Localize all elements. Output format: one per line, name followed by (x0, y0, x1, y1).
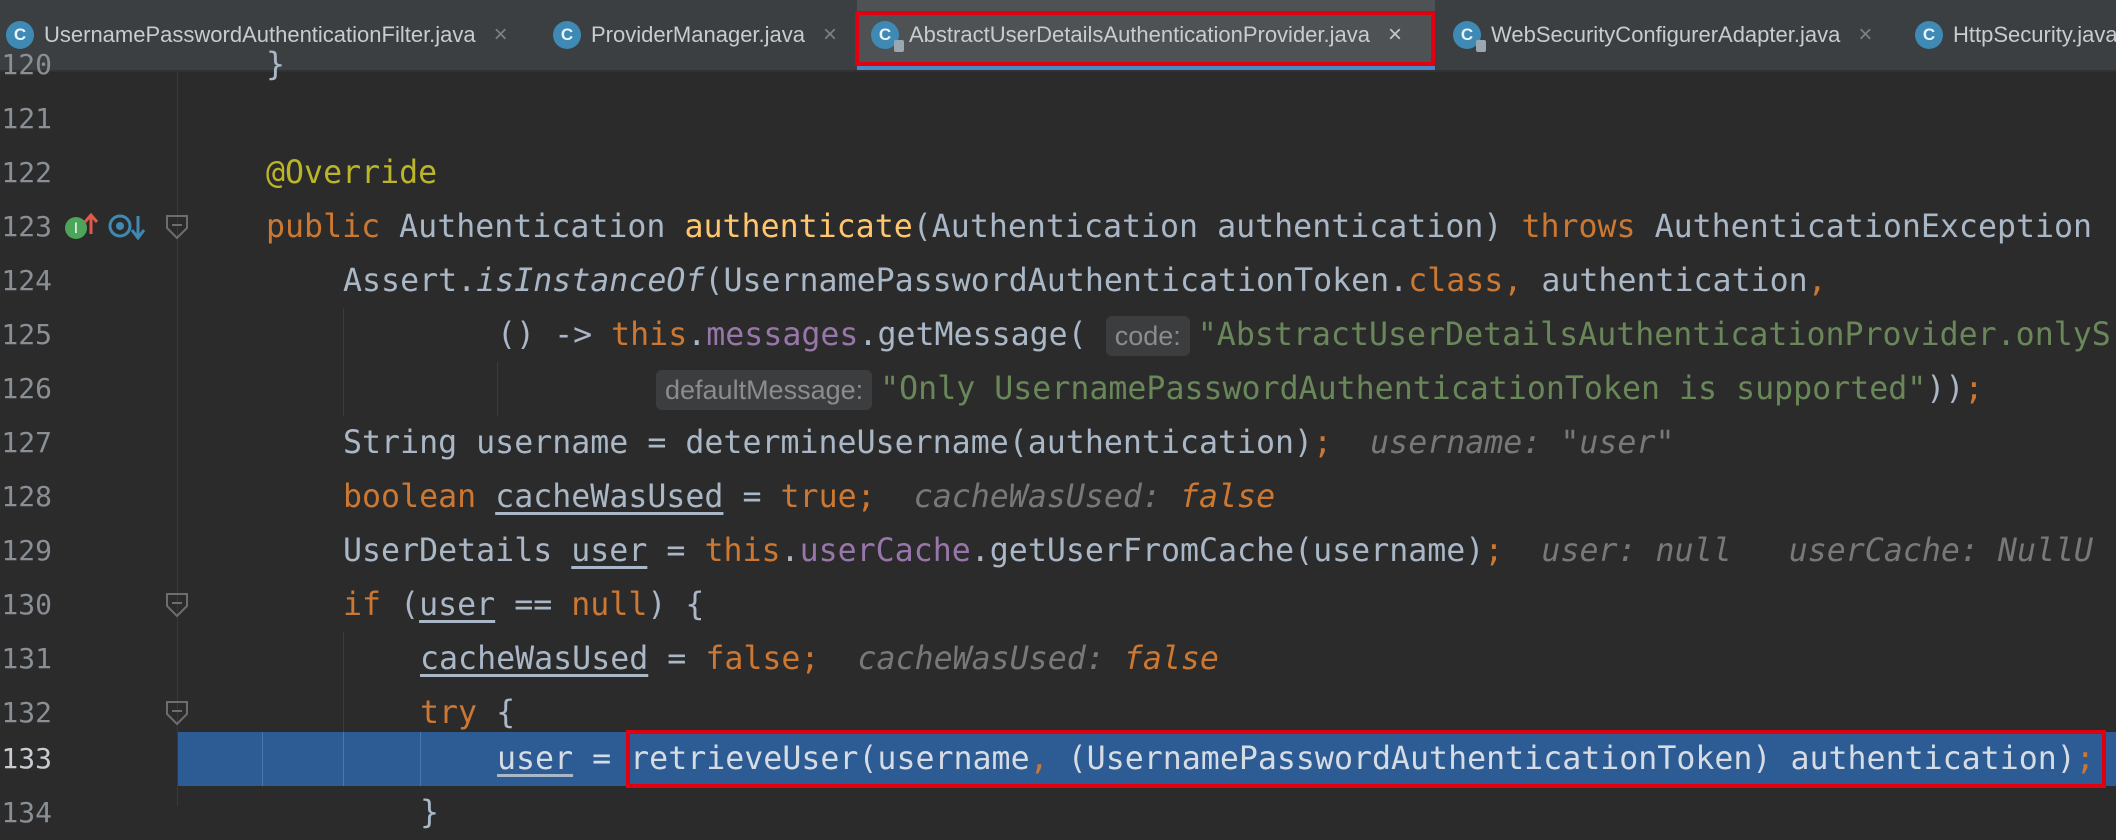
line-number: 121 (1, 102, 52, 135)
line-code: if (user == null) { (343, 587, 705, 623)
line-code: } (266, 47, 286, 83)
line-number: 128 (1, 480, 52, 513)
line-code: boolean cacheWasUsed = true; cacheWasUse… (343, 479, 1276, 515)
line-number: 123 (1, 210, 52, 243)
code-line: 124 Assert.isInstanceOf(UsernamePassword… (0, 254, 2116, 308)
line-number: 122 (1, 156, 52, 189)
line-number: 120 (1, 48, 52, 81)
line-code: user = retrieveUser(username, (UsernameP… (497, 741, 2095, 777)
line-code: defaultMessage: "Only UsernamePasswordAut… (656, 362, 1983, 416)
line-number: 129 (1, 534, 52, 567)
code-line: 125 () -> this.messages.getMessage( code… (0, 308, 2116, 362)
line-code: String username = determineUsername(auth… (343, 425, 1675, 461)
line-number: 127 (1, 426, 52, 459)
code-line: 122 @Override (0, 146, 2116, 200)
implements-icon[interactable]: I (64, 212, 98, 242)
fold-icon[interactable] (164, 214, 190, 240)
line-number: 130 (1, 588, 52, 621)
code-line-current: 133 user = retrieveUser(username, (Usern… (0, 732, 2116, 786)
svg-text:I: I (74, 221, 78, 237)
code-line: 130 if (user == null) { (0, 578, 2116, 632)
code-line: 126 defaultMessage: "Only UsernamePasswor… (0, 362, 2116, 416)
fold-icon[interactable] (164, 592, 190, 618)
line-code: () -> this.messages.getMessage( code: "Ab… (497, 308, 2111, 362)
line-code: cacheWasUsed = false; cacheWasUsed: fals… (420, 641, 1219, 677)
override-icon[interactable] (108, 212, 146, 244)
line-code: UserDetails user = this.userCache.getUse… (343, 533, 2094, 569)
code-line: 121 (0, 92, 2116, 146)
line-number: 125 (1, 318, 52, 351)
fold-icon[interactable] (164, 700, 190, 726)
line-number: 131 (1, 642, 52, 675)
code-line: 123 I public Authentication authenticate… (0, 200, 2116, 254)
code-editor[interactable]: 120 } 121 122 @Override 123 I public Aut… (0, 47, 2116, 831)
code-line: 131 cacheWasUsed = false; cacheWasUsed: … (0, 632, 2116, 686)
line-code: } (420, 795, 440, 831)
code-line: 129 UserDetails user = this.userCache.ge… (0, 524, 2116, 578)
code-line: 120 } (0, 38, 2116, 92)
code-line: 128 boolean cacheWasUsed = true; cacheWa… (0, 470, 2116, 524)
line-code: Assert.isInstanceOf(UsernamePasswordAuth… (343, 263, 1827, 299)
line-number: 133 (1, 742, 52, 775)
code-line: 134 } (0, 786, 2116, 840)
line-number: 134 (1, 796, 52, 829)
code-line: 127 String username = determineUsername(… (0, 416, 2116, 470)
line-number: 124 (1, 264, 52, 297)
line-code: public Authentication authenticate(Authe… (266, 209, 2093, 245)
line-code: @Override (266, 155, 438, 191)
line-number: 126 (1, 372, 52, 405)
